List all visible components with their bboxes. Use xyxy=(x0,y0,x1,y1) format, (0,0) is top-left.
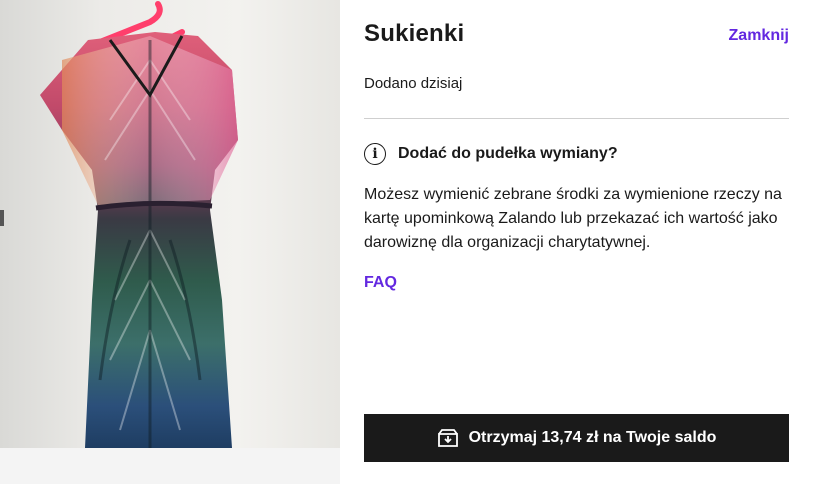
get-balance-button[interactable]: Otrzymaj 13,74 zł na Twoje saldo xyxy=(364,414,789,462)
exchange-description: Możesz wymienić zebrane środki za wymien… xyxy=(364,186,782,251)
photo-footer xyxy=(0,448,340,484)
item-title: Sukienki xyxy=(364,20,465,47)
product-photo xyxy=(0,0,340,448)
detail-panel: Sukienki Zamknij Dodano dzisiaj i Dodać … xyxy=(340,0,813,484)
close-button[interactable]: Zamknij xyxy=(729,27,789,45)
added-date: Dodano dzisiaj xyxy=(364,75,463,92)
dress-image xyxy=(0,1,238,448)
exchange-heading: Dodać do pudełka wymiany? xyxy=(398,145,618,162)
divider xyxy=(364,118,789,119)
faq-link[interactable]: FAQ xyxy=(364,274,397,292)
get-balance-label: Otrzymaj 13,74 zł na Twoje saldo xyxy=(468,429,717,446)
info-icon: i xyxy=(364,143,386,165)
box-icon xyxy=(437,428,459,448)
exchange-heading-row: i Dodać do pudełka wymiany? xyxy=(364,143,618,165)
